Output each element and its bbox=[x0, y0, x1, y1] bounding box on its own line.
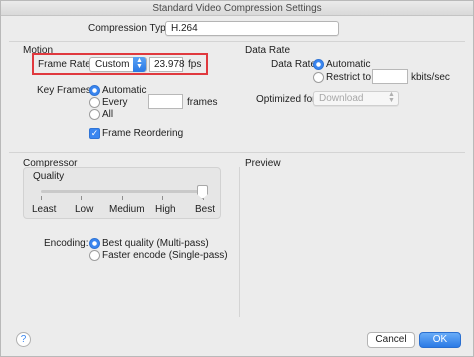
cancel-button[interactable]: Cancel bbox=[367, 332, 415, 348]
frame-rate-select[interactable]: Custom ▲ ▼ bbox=[89, 57, 147, 72]
quality-tick bbox=[41, 196, 42, 200]
quality-slider-track[interactable] bbox=[41, 190, 204, 193]
ok-button[interactable]: OK bbox=[419, 332, 461, 348]
encoding-best-quality-label: Best quality (Multi-pass) bbox=[102, 238, 209, 249]
compression-type-select[interactable]: H.264 bbox=[165, 21, 339, 36]
key-frames-every-label: Every bbox=[102, 97, 128, 108]
key-frames-automatic-radio[interactable] bbox=[89, 85, 100, 96]
help-button[interactable]: ? bbox=[16, 332, 31, 347]
window-title: Standard Video Compression Settings bbox=[1, 1, 473, 16]
data-rate-restrict-field[interactable] bbox=[372, 69, 408, 84]
frame-reordering-label: Frame Reordering bbox=[102, 128, 184, 139]
data-rate-restrict-label: Restrict to bbox=[326, 72, 372, 83]
data-rate-label: Data Rate: bbox=[271, 59, 319, 70]
optimized-for-stepper-icon: ▲ ▼ bbox=[388, 91, 395, 104]
quality-tick-label-least: Least bbox=[32, 204, 57, 215]
frame-rate-select-value: Custom bbox=[95, 59, 130, 70]
data-rate-section-title: Data Rate bbox=[245, 45, 291, 56]
quality-label: Quality bbox=[33, 171, 65, 182]
frame-rate-stepper-icon[interactable]: ▲ ▼ bbox=[133, 57, 146, 72]
frame-rate-label: Frame Rate: bbox=[38, 59, 94, 70]
quality-tick bbox=[162, 196, 163, 200]
preview-divider bbox=[239, 167, 240, 317]
quality-tick bbox=[122, 196, 123, 200]
key-frames-label: Key Frames: bbox=[37, 85, 94, 96]
data-rate-automatic-label: Automatic bbox=[326, 59, 371, 70]
data-rate-unit: kbits/sec bbox=[411, 72, 450, 83]
compression-type-value: H.264 bbox=[171, 23, 198, 34]
key-frames-automatic-label: Automatic bbox=[102, 85, 147, 96]
key-frames-all-label: All bbox=[102, 109, 114, 120]
data-rate-restrict-radio[interactable] bbox=[313, 72, 324, 83]
optimized-for-select[interactable]: Download ▲ ▼ bbox=[313, 91, 399, 106]
compression-type-label: Compression Type: bbox=[88, 23, 174, 34]
quality-tick-label-high: High bbox=[155, 204, 176, 215]
compression-settings-window: Standard Video Compression Settings Comp… bbox=[0, 0, 474, 357]
quality-tick bbox=[81, 196, 82, 200]
key-frames-unit: frames bbox=[187, 97, 218, 108]
encoding-faster-radio[interactable] bbox=[89, 250, 100, 261]
quality-tick-label-medium: Medium bbox=[109, 204, 145, 215]
key-frames-every-radio[interactable] bbox=[89, 97, 100, 108]
optimized-for-label: Optimized for: bbox=[256, 94, 319, 105]
encoding-label: Encoding: bbox=[44, 238, 89, 249]
preview-section-title: Preview bbox=[245, 158, 281, 169]
quality-tick-label-best: Best bbox=[195, 204, 216, 215]
encoding-faster-label: Faster encode (Single-pass) bbox=[102, 250, 228, 261]
quality-tick-label-low: Low bbox=[75, 204, 94, 215]
middle-divider bbox=[9, 152, 465, 153]
top-divider bbox=[9, 41, 465, 42]
optimized-for-value: Download bbox=[319, 93, 364, 104]
data-rate-automatic-radio[interactable] bbox=[313, 59, 324, 70]
key-frames-every-field[interactable] bbox=[148, 94, 183, 109]
encoding-best-quality-radio[interactable] bbox=[89, 238, 100, 249]
frame-rate-field[interactable]: 23.978 bbox=[149, 57, 185, 72]
frame-rate-unit: fps bbox=[188, 59, 202, 70]
key-frames-all-radio[interactable] bbox=[89, 109, 100, 120]
frame-reordering-checkbox[interactable]: ✓ bbox=[89, 128, 100, 139]
